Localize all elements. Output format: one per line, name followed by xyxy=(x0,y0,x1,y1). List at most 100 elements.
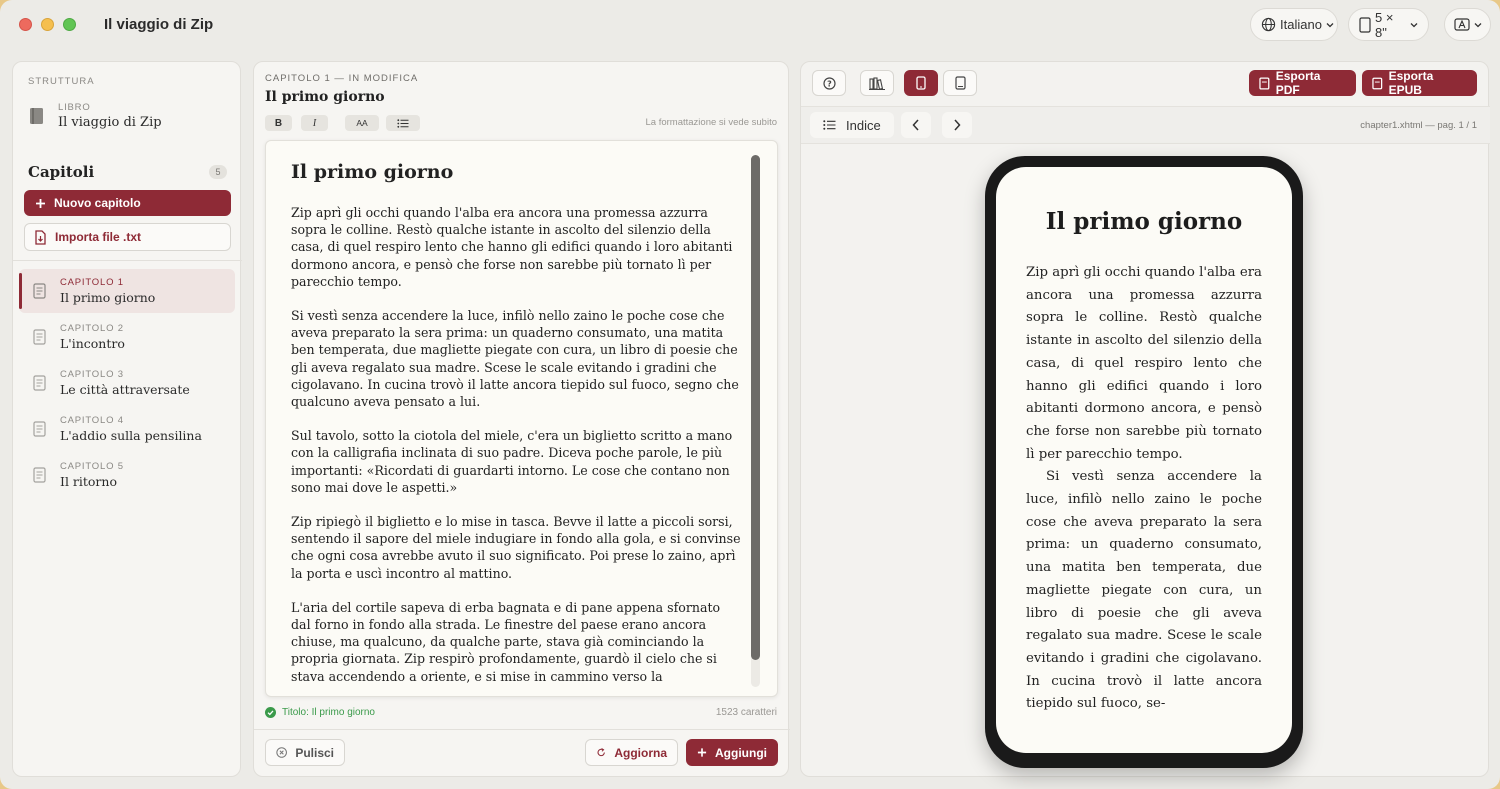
character-count: 1523 caratteri xyxy=(715,707,777,718)
reader-nav-bar: Indice chapter1.xhtml — pag. 1 / 1 xyxy=(801,106,1490,144)
help-button[interactable]: ? xyxy=(812,70,846,96)
document-icon xyxy=(33,283,46,299)
chapter-number: CAPITOLO 2 xyxy=(60,323,124,334)
chapter-item-4[interactable]: CAPITOLO 4 L'addio sulla pensilina xyxy=(19,407,235,451)
scrollbar-thumb[interactable] xyxy=(751,155,760,660)
index-label: Indice xyxy=(846,117,881,133)
chapter-item-1[interactable]: CAPITOLO 1 Il primo giorno xyxy=(19,269,235,313)
chapter-item-3[interactable]: CAPITOLO 3 Le città attraversate xyxy=(19,361,235,405)
close-window-button[interactable] xyxy=(19,18,32,31)
text-format-icon xyxy=(1454,17,1470,31)
refresh-icon xyxy=(597,748,605,757)
export-pdf-button[interactable]: Esporta PDF xyxy=(1249,69,1356,97)
paragraph: Sul tavolo, sotto la ciotola del miele, … xyxy=(291,428,733,495)
typography-menu[interactable] xyxy=(1444,8,1491,41)
paragraph: Zip aprì gli occhi quando l'alba era anc… xyxy=(291,205,733,289)
add-button[interactable]: Aggiungi xyxy=(686,739,778,766)
preview-paragraph: Zip aprì gli occhi quando l'alba era anc… xyxy=(1026,265,1262,462)
document-icon xyxy=(33,329,46,345)
document-icon xyxy=(1259,76,1270,90)
library-view-button[interactable] xyxy=(860,70,894,96)
sidebar: STRUTTURA LIBRO Il viaggio di Zip Capito… xyxy=(12,61,242,777)
preview-paragraph: Si vestì senza accendere la luce, infilò… xyxy=(1026,469,1262,712)
chapter-title: Il primo giorno xyxy=(60,290,156,305)
help-icon: ? xyxy=(822,76,836,90)
chapter-number: CAPITOLO 4 xyxy=(60,415,124,426)
chapter-title: Le città attraversate xyxy=(60,382,190,397)
add-label: Aggiungi xyxy=(715,745,767,760)
bold-button[interactable]: B xyxy=(265,115,292,131)
clear-button[interactable]: Pulisci xyxy=(265,739,345,766)
book-title: Il viaggio di Zip xyxy=(58,115,162,130)
text-editor[interactable]: Il primo giorno Zip aprì gli occhi quand… xyxy=(265,140,778,697)
index-button[interactable]: Indice xyxy=(810,112,894,138)
books-icon xyxy=(869,76,885,90)
clear-circle-icon xyxy=(276,747,287,758)
chapter-title: L'incontro xyxy=(60,336,125,351)
editor-scrollbar[interactable] xyxy=(751,155,760,687)
phone-icon xyxy=(916,76,926,90)
paragraph: L'aria del cortile sapeva di erba bagnat… xyxy=(291,599,721,684)
structure-heading: STRUTTURA xyxy=(28,76,95,87)
preview-panel: ? Esporta PDF Esporta EPUB Indice chapte… xyxy=(800,61,1490,777)
text-size-button[interactable]: AA xyxy=(345,115,379,131)
sidebar-divider xyxy=(13,260,242,261)
book-item[interactable]: LIBRO Il viaggio di Zip xyxy=(28,102,162,130)
plus-icon xyxy=(36,198,45,208)
new-chapter-button[interactable]: Nuovo capitolo xyxy=(24,190,231,216)
chapters-heading: Capitoli xyxy=(28,163,95,181)
zoom-window-button[interactable] xyxy=(63,18,76,31)
chapter-number: CAPITOLO 3 xyxy=(60,369,124,380)
document-icon xyxy=(33,375,46,391)
chapter-number: CAPITOLO 5 xyxy=(60,461,124,472)
plus-icon xyxy=(697,748,707,757)
chevron-down-icon xyxy=(1474,22,1482,27)
update-label: Aggiorna xyxy=(614,745,667,760)
chapter-list: CAPITOLO 1 Il primo giorno CAPITOLO 2 L'… xyxy=(19,269,235,499)
language-selector[interactable]: Italiano xyxy=(1250,8,1338,41)
format-hint: La formattazione si vede subito xyxy=(645,117,778,128)
paragraph: Si vestì senza accendere la luce, infilò… xyxy=(291,308,739,410)
document-icon xyxy=(1372,77,1383,89)
chevron-down-icon xyxy=(1326,22,1334,27)
page-icon xyxy=(1359,16,1371,33)
status-text: Titolo: Il primo giorno xyxy=(282,707,375,718)
paragraph: Zip ripiegò il biglietto e lo mise in ta… xyxy=(291,514,741,581)
title-bar: Il viaggio di Zip Italiano 5 × 8" xyxy=(0,0,1500,52)
chapter-number: CAPITOLO 1 xyxy=(60,277,124,288)
list-button[interactable] xyxy=(386,115,420,131)
app-window: Il viaggio di Zip Italiano 5 × 8" STRUTT… xyxy=(0,0,1500,789)
book-label: LIBRO xyxy=(58,102,91,113)
import-file-button[interactable]: Importa file .txt xyxy=(24,223,231,251)
export-pdf-label: Esporta PDF xyxy=(1275,69,1321,97)
tablet-icon xyxy=(954,76,966,90)
check-circle-icon xyxy=(265,707,276,718)
minimize-window-button[interactable] xyxy=(41,18,54,31)
export-epub-label: Esporta EPUB xyxy=(1388,69,1434,97)
document-body: Zip aprì gli occhi quando l'alba era anc… xyxy=(291,204,741,696)
update-button[interactable]: Aggiorna xyxy=(585,739,678,766)
editor-divider xyxy=(254,729,790,730)
chapters-count-badge: 5 xyxy=(209,165,227,179)
phone-mockup: Il primo giorno Zip aprì gli occhi quand… xyxy=(985,156,1303,768)
phone-view-button[interactable] xyxy=(904,70,938,96)
page-indicator: chapter1.xhtml — pag. 1 / 1 xyxy=(1360,120,1477,131)
list-icon xyxy=(397,118,409,128)
chapter-item-2[interactable]: CAPITOLO 2 L'incontro xyxy=(19,315,235,359)
phone-screen[interactable]: Il primo giorno Zip aprì gli occhi quand… xyxy=(996,167,1292,753)
preview-chapter-title: Il primo giorno xyxy=(1045,208,1243,235)
export-epub-button[interactable]: Esporta EPUB xyxy=(1362,69,1477,97)
import-file-label: Importa file .txt xyxy=(55,230,142,244)
preview-body: Zip aprì gli occhi quando l'alba era anc… xyxy=(1026,262,1262,716)
document-icon xyxy=(33,467,46,483)
chapter-item-5[interactable]: CAPITOLO 5 Il ritorno xyxy=(19,453,235,497)
editor-panel: CAPITOLO 1 — IN MODIFICA Il primo giorno… xyxy=(253,61,790,777)
previous-page-button[interactable] xyxy=(901,112,931,138)
title-status: Titolo: Il primo giorno xyxy=(265,707,375,718)
next-page-button[interactable] xyxy=(942,112,972,138)
italic-button[interactable]: I xyxy=(301,115,328,131)
page-size-selector[interactable]: 5 × 8" xyxy=(1348,8,1429,41)
tablet-view-button[interactable] xyxy=(943,70,977,96)
document-heading: Il primo giorno xyxy=(291,161,454,183)
svg-text:?: ? xyxy=(827,79,832,88)
